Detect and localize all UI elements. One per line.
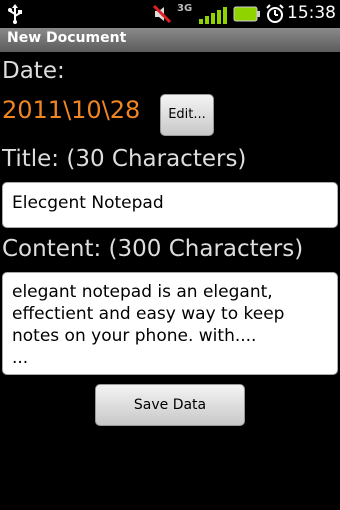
content-label: Content: (300 Characters) — [2, 236, 304, 262]
date-label: Date: — [2, 58, 65, 84]
status-clock: 15:38 — [287, 3, 336, 23]
date-value: 2011\10\28 — [2, 96, 141, 124]
alarm-icon — [266, 4, 284, 23]
title-input[interactable]: Elecgent Notepad — [2, 182, 338, 228]
mute-icon — [152, 4, 172, 24]
battery-icon — [233, 6, 260, 22]
status-bar: 3G 15:38 — [0, 0, 340, 28]
window-title: New Document — [7, 30, 127, 46]
usb-icon — [8, 4, 22, 24]
title-label: Title: (30 Characters) — [2, 146, 247, 172]
signal-icon — [199, 7, 227, 24]
title-bar: New Document — [0, 28, 340, 52]
edit-date-button[interactable]: Edit... — [160, 94, 214, 136]
network-type-label: 3G — [177, 3, 193, 14]
save-data-button[interactable]: Save Data — [95, 384, 245, 426]
content-input[interactable]: elegant notepad is an elegant, effectien… — [2, 272, 338, 375]
